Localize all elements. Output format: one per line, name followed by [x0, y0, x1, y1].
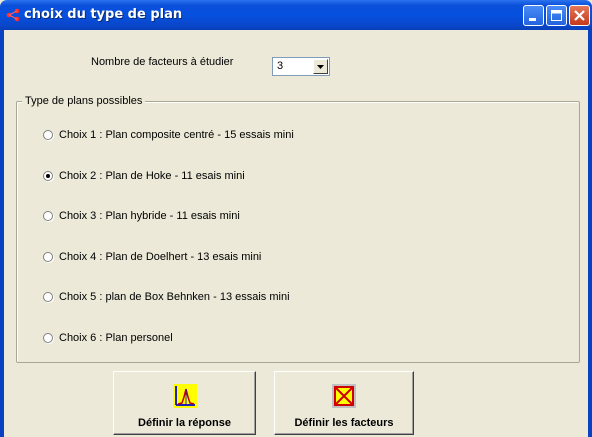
radio-label[interactable]: Choix 5 : plan de Box Behnken - 13 essai…	[59, 291, 290, 303]
app-icon	[6, 8, 20, 22]
radio-label[interactable]: Choix 6 : Plan personel	[59, 332, 173, 344]
title-bar[interactable]: choix du type de plan	[0, 0, 592, 30]
radio-label[interactable]: Choix 3 : Plan hybride - 11 esais mini	[59, 210, 240, 222]
define-response-label: Définir la réponse	[138, 417, 231, 429]
radio-button[interactable]	[43, 252, 53, 262]
radio-button[interactable]	[43, 292, 53, 302]
plan-type-group-label: Type de plans possibles	[22, 95, 146, 107]
factors-count-value: 3	[277, 60, 284, 72]
window-frame-right	[588, 30, 592, 437]
dropdown-button[interactable]	[313, 59, 328, 74]
minimize-icon	[529, 18, 536, 21]
radio-label[interactable]: Choix 2 : Plan de Hoke - 11 esais mini	[59, 170, 245, 182]
minimize-button[interactable]	[523, 5, 544, 26]
radio-button[interactable]	[43, 333, 53, 343]
radio-selected-dot	[46, 174, 50, 178]
window-frame-left	[0, 30, 4, 437]
radio-label[interactable]: Choix 1 : Plan composite centré - 15 ess…	[59, 129, 294, 141]
define-factors-button[interactable]: Définir les facteurs	[274, 371, 414, 435]
factors-count-label: Nombre de facteurs à étudier	[91, 56, 234, 68]
factors-cross-icon	[332, 384, 356, 408]
window-title: choix du type de plan	[24, 7, 183, 22]
radio-button[interactable]	[43, 171, 53, 181]
radio-button[interactable]	[43, 211, 53, 221]
factors-count-select[interactable]: 3	[272, 57, 330, 76]
radio-label[interactable]: Choix 4 : Plan de Doelhert - 13 esais mi…	[59, 251, 261, 263]
response-curve-icon	[172, 384, 197, 408]
define-response-button[interactable]: Définir la réponse	[113, 371, 256, 435]
radio-button[interactable]	[43, 130, 53, 140]
define-factors-label: Définir les facteurs	[294, 417, 394, 429]
maximize-button[interactable]	[546, 5, 567, 26]
close-icon	[574, 10, 585, 21]
chevron-down-icon	[317, 65, 324, 69]
close-button[interactable]	[569, 5, 590, 26]
maximize-icon	[551, 10, 562, 21]
